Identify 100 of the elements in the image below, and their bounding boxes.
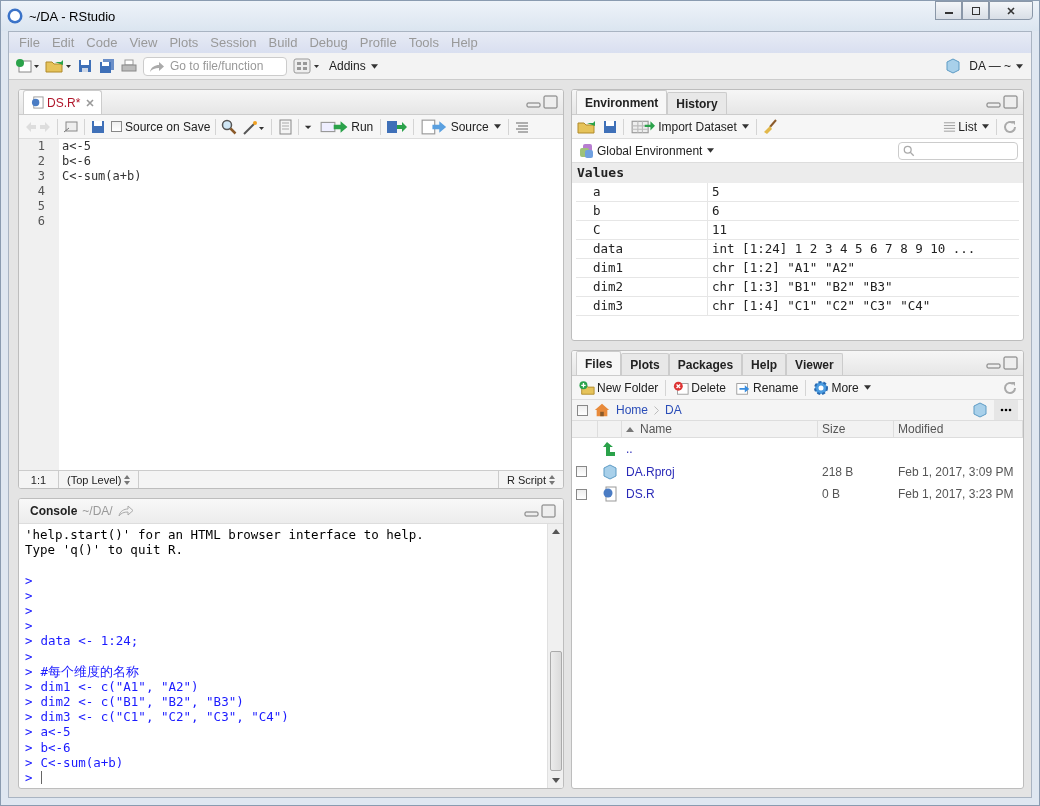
refresh-icon[interactable]	[1002, 118, 1018, 135]
minimize-pane-icon[interactable]	[985, 355, 1019, 371]
home-icon[interactable]	[594, 402, 610, 418]
minimize-button[interactable]	[935, 1, 962, 20]
console-prompt: >	[25, 694, 33, 710]
project-cube-icon[interactable]	[972, 402, 988, 418]
file-link[interactable]: DS.R	[626, 487, 655, 502]
pane-layout-icon[interactable]	[293, 58, 321, 74]
pane-tab[interactable]: Environment	[576, 90, 668, 114]
file-action-button[interactable]: Rename	[733, 379, 801, 396]
pane-tab[interactable]: Plots	[621, 353, 669, 375]
source-arrow-icon	[421, 118, 449, 135]
search-field[interactable]	[898, 141, 1018, 160]
scrollbar[interactable]	[547, 524, 563, 788]
maximize-button[interactable]	[962, 1, 989, 20]
variable-name: b	[576, 202, 708, 220]
arrow-icon	[149, 60, 165, 73]
rerun-icon[interactable]	[386, 118, 409, 135]
row-checkbox[interactable]	[576, 466, 587, 478]
file-modified: Feb 1, 2017, 3:23 PM	[898, 487, 1014, 502]
file-action-button[interactable]: Delete	[671, 379, 729, 396]
file-type-selector[interactable]: R Script	[497, 471, 563, 488]
environment-icon	[579, 142, 595, 159]
scroll-up-icon[interactable]	[551, 529, 560, 534]
open-folder-icon[interactable]	[45, 58, 71, 74]
up-down-caret-icon	[549, 474, 555, 485]
pane-tab[interactable]: History	[667, 92, 727, 114]
pane-tab[interactable]: Packages	[668, 353, 743, 375]
row-checkbox[interactable]	[576, 488, 587, 500]
text-cursor	[40, 771, 42, 785]
file-action-button[interactable]: More	[811, 379, 873, 396]
code-line: C<-sum(a+b)	[62, 169, 142, 183]
addins-menu[interactable]: Addins	[327, 59, 380, 73]
minimize-pane-icon[interactable]	[523, 503, 557, 519]
console-command: dim2 <- c("B1", "B2", "B3")	[40, 694, 244, 710]
search-icon	[903, 144, 915, 157]
console-prompt: >	[25, 602, 33, 619]
breadcrumb-link[interactable]: Home	[616, 403, 648, 417]
save-icon[interactable]	[90, 118, 106, 135]
save-icon[interactable]	[602, 118, 618, 135]
more-options-button[interactable]	[994, 400, 1018, 420]
print-icon[interactable]	[121, 58, 137, 74]
source-button[interactable]: Source	[419, 118, 503, 135]
show-in-window-icon[interactable]	[63, 118, 79, 135]
save-icon[interactable]	[77, 58, 93, 74]
sort-up-icon	[626, 426, 634, 432]
console-prompt: >	[25, 618, 33, 634]
select-all-checkbox[interactable]	[577, 404, 588, 416]
variable-name: a	[576, 183, 708, 201]
save-all-icon[interactable]	[99, 58, 115, 74]
scope-selector[interactable]: (Top Level)	[59, 471, 140, 488]
column-header[interactable]: Name	[622, 421, 818, 437]
console-title: Console	[30, 504, 78, 518]
breadcrumb-link[interactable]: DA	[665, 403, 682, 417]
line-number: 4	[36, 184, 46, 199]
source-on-save-checkbox[interactable]: Source on Save	[111, 119, 211, 134]
column-header[interactable]: Size	[818, 421, 894, 437]
editor-tab[interactable]: DS.R*	[23, 90, 103, 114]
magic-wand-icon[interactable]	[242, 118, 267, 135]
delete-icon	[673, 379, 690, 396]
close-icon	[1006, 5, 1016, 16]
close-icon[interactable]	[86, 98, 95, 107]
console-prompt: >	[25, 648, 33, 664]
console-prompt: >	[25, 739, 33, 755]
list-view-menu[interactable]: List	[941, 119, 991, 134]
console-command: dim3 <- c("C1", "C2", "C3", "C4")	[40, 709, 289, 725]
go-to-file-field[interactable]: Go to file/function	[143, 56, 287, 76]
go-to-directory-icon[interactable]	[117, 503, 134, 519]
line-number: 6	[36, 214, 46, 229]
pane-tab[interactable]: Files	[576, 351, 622, 375]
close-button[interactable]	[989, 1, 1033, 20]
file-link[interactable]: DA.Rproj	[626, 464, 675, 479]
file-link[interactable]: ..	[626, 442, 633, 457]
new-file-icon[interactable]	[15, 58, 39, 74]
import-dataset-button[interactable]: Import Dataset	[629, 118, 751, 135]
line-number: 1	[36, 139, 46, 154]
refresh-icon[interactable]	[1002, 379, 1018, 396]
minimize-pane-icon[interactable]	[985, 94, 1019, 110]
console-prompt: >	[25, 678, 33, 695]
pane-tab[interactable]: Viewer	[786, 353, 843, 375]
run-button[interactable]: Run	[317, 118, 376, 135]
line-number: 5	[36, 199, 46, 214]
variable-name: data	[576, 240, 708, 258]
minimize-pane-icon[interactable]	[525, 94, 559, 110]
variable-name: dim3	[576, 297, 708, 315]
variable-name: dim2	[576, 278, 708, 296]
search-icon[interactable]	[221, 118, 238, 135]
file-size: 0 B	[822, 487, 840, 502]
pane-tab[interactable]: Help	[742, 353, 787, 375]
scroll-down-icon[interactable]	[551, 778, 560, 783]
list-icon	[943, 120, 957, 133]
line-number: 3	[36, 169, 46, 184]
console-output: Type 'q()' to quit R.	[25, 542, 184, 558]
up-down-caret-icon	[124, 474, 131, 485]
file-action-button[interactable]: New Folder	[577, 379, 661, 396]
cursor-position: 1:1	[19, 471, 59, 488]
variable-value: int [1:24] 1 2 3 4 5 6 7 8 9 10 ...	[711, 240, 976, 258]
column-header[interactable]: Modified	[894, 421, 1023, 437]
environment-selector[interactable]: Global Environment	[577, 142, 717, 159]
project-menu[interactable]: DA — ~	[967, 59, 1025, 73]
